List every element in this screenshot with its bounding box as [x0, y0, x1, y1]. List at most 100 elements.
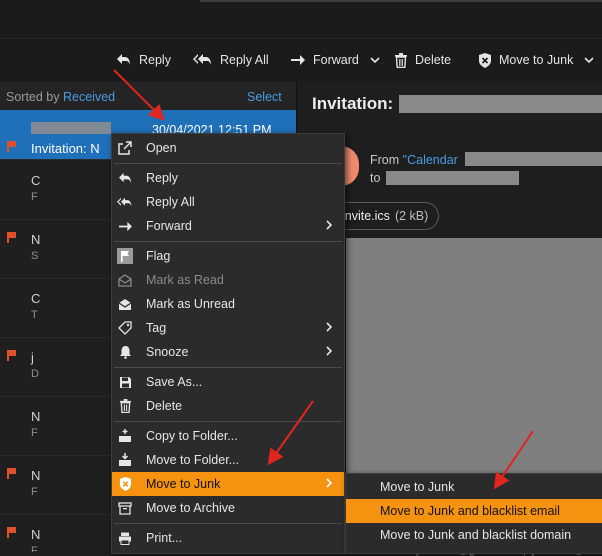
flag-icon[interactable]: [7, 141, 16, 152]
submenu-item-blacklist-domain[interactable]: Move to Junk and blacklist domain: [346, 523, 602, 547]
flag-icon[interactable]: [7, 527, 16, 538]
chevron-down-icon: [584, 56, 594, 64]
menu-item-mark-as-read[interactable]: Mark as Read: [112, 268, 344, 292]
junk-shield-icon: [117, 476, 133, 492]
redacted-sender: [31, 122, 111, 134]
menu-item-reply[interactable]: Reply: [112, 166, 344, 190]
message-sender: N: [31, 468, 41, 483]
menu-item-reply-all[interactable]: Reply All: [112, 190, 344, 214]
reply-all-button[interactable]: Reply All: [193, 51, 269, 69]
select-button[interactable]: Select: [247, 90, 282, 104]
from-line: From "Calendar: [370, 153, 458, 167]
menu-item-forward[interactable]: Forward: [112, 214, 344, 238]
from-label: From: [370, 153, 400, 167]
message-sender: j: [31, 350, 34, 365]
message-sender: N: [31, 409, 41, 424]
toolbar: Reply Reply All Forward Delete Move to J…: [0, 39, 602, 81]
move-to-junk-button[interactable]: Move to Junk: [478, 51, 594, 69]
menu-item-label: Copy to Folder...: [146, 429, 238, 443]
menu-item-label: Forward: [146, 219, 192, 233]
submenu-item-move-to-junk[interactable]: Move to Junk: [346, 475, 602, 499]
save-icon: [117, 374, 133, 390]
context-menu: Open Reply Reply All Forward Flag Mark a…: [111, 133, 345, 554]
sort-indicator[interactable]: Sorted by Received: [6, 90, 115, 104]
menu-item-label: Snooze: [146, 345, 189, 359]
menu-item-flag[interactable]: Flag: [112, 244, 344, 268]
submenu-item-blacklist-email[interactable]: Move to Junk and blacklist email: [346, 499, 602, 523]
menu-item-mark-as-unread[interactable]: Mark as Unread: [112, 292, 344, 316]
menu-separator: [114, 163, 342, 164]
open-external-icon: [117, 140, 133, 156]
forward-button[interactable]: Forward: [290, 51, 380, 69]
menu-item-label: Flag: [146, 249, 171, 263]
submenu-item-label: Move to Junk and blacklist email: [380, 504, 560, 518]
menu-item-delete[interactable]: Delete: [112, 394, 344, 418]
menu-item-copy-to-folder[interactable]: Copy to Folder...: [112, 424, 344, 448]
menu-item-snooze[interactable]: Snooze: [112, 340, 344, 364]
flag-icon[interactable]: [7, 468, 16, 479]
menu-item-label: Delete: [146, 399, 183, 413]
reply-all-icon: [117, 194, 133, 210]
envelope-icon: [117, 296, 133, 312]
reply-icon: [117, 170, 133, 186]
move-to-folder-icon: [117, 452, 133, 468]
menu-item-label: Print...: [146, 531, 183, 545]
message-sender: N: [31, 527, 41, 542]
message-preview: F: [31, 191, 38, 203]
printer-icon: [117, 530, 133, 546]
archive-icon: [117, 500, 133, 516]
sort-field[interactable]: Received: [63, 90, 115, 104]
reply-button[interactable]: Reply: [116, 51, 171, 69]
chevron-right-icon: [325, 218, 333, 235]
reply-icon: [116, 53, 132, 67]
menu-item-save-as[interactable]: Save As...: [112, 370, 344, 394]
menu-item-label: Move to Archive: [146, 501, 235, 515]
trash-icon: [117, 398, 133, 414]
redacted-subject: [399, 95, 602, 113]
menu-item-label: Mark as Unread: [146, 297, 235, 311]
menu-item-label: Move to Junk: [146, 477, 221, 491]
menu-item-move-to-archive[interactable]: Move to Archive: [112, 496, 344, 520]
menu-item-print[interactable]: Print...: [112, 526, 344, 550]
message-sender: C: [31, 173, 41, 188]
reply-label: Reply: [139, 53, 171, 67]
chevron-down-icon: [370, 56, 380, 64]
forward-icon: [290, 53, 306, 67]
move-to-junk-label: Move to Junk: [499, 53, 574, 67]
menu-item-label: Mark as Read: [146, 273, 224, 287]
menu-item-move-to-folder[interactable]: Move to Folder...: [112, 448, 344, 472]
list-header: Sorted by Received Select: [0, 82, 296, 110]
menu-item-tag[interactable]: Tag: [112, 316, 344, 340]
message-preview: D: [31, 368, 39, 380]
message-preview: T: [31, 309, 38, 321]
flag-icon[interactable]: [7, 232, 16, 243]
copy-to-folder-icon: [117, 428, 133, 444]
message-preview: F: [31, 486, 38, 498]
menu-item-label: Tag: [146, 321, 167, 335]
menu-separator: [114, 421, 342, 422]
reply-all-icon: [193, 53, 213, 67]
sender-name[interactable]: "Calendar: [403, 153, 458, 167]
menu-item-open[interactable]: Open: [112, 136, 344, 160]
bell-icon: [117, 344, 133, 360]
message-subject: Invitation: N: [31, 141, 100, 156]
menu-separator: [114, 523, 342, 524]
title-bar: [0, 0, 602, 39]
menu-separator: [114, 367, 342, 368]
redacted-recipient: [386, 171, 519, 185]
flag-icon[interactable]: [7, 350, 16, 361]
email-subject: Invitation:: [312, 94, 394, 113]
sorted-by-label: Sorted by: [6, 90, 60, 104]
menu-item-label: Reply: [146, 171, 178, 185]
message-preview: F: [31, 545, 38, 552]
message-preview: S: [31, 250, 39, 262]
menu-item-label: Move to Folder...: [146, 453, 240, 467]
attachment-size: (2 kB): [394, 209, 429, 223]
forward-label: Forward: [313, 53, 359, 67]
message-sender: C: [31, 291, 41, 306]
menu-separator: [114, 241, 342, 242]
to-label: to: [370, 171, 381, 185]
tag-icon: [117, 320, 133, 336]
delete-button[interactable]: Delete: [394, 51, 451, 69]
menu-item-move-to-junk[interactable]: Move to Junk: [112, 472, 344, 496]
